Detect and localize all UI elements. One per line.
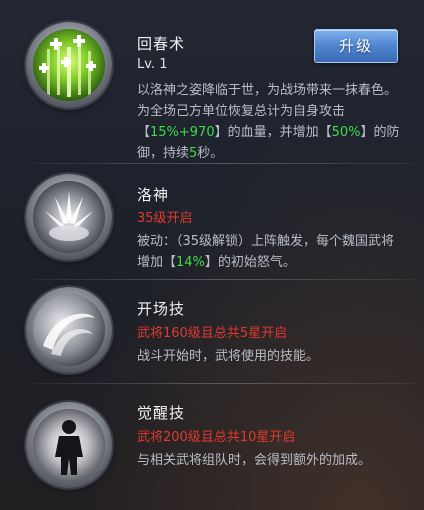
skill-panel: 回春术 Lv. 1 升级 以洛神之姿降临于世，为战场带来一抹春色。为全场己方单位… — [0, 0, 424, 510]
skill-description: 以洛神之姿降临于世，为战场带来一抹春色。为全场己方单位恢复总计为自身攻击【15%… — [137, 83, 400, 161]
skill-icon-frame — [26, 287, 112, 373]
skill-icon-frame — [26, 174, 112, 260]
skill-icon-frame — [26, 402, 112, 488]
opening-swirl-icon — [33, 294, 105, 366]
skill-name: 回春术 — [137, 35, 186, 53]
unlock-condition: 35级开启 — [137, 211, 193, 226]
skill-row-awaken[interactable]: 觉醒技 武将200级且总共10星开启 与相关武将组队时，会得到额外的加成。 — [0, 384, 424, 510]
skill-row-opening[interactable]: 开场技 武将160级且总共5星开启 战斗开始时，武将使用的技能。 — [0, 280, 424, 380]
skill-description: 与相关武将组队时，会得到额外的加成。 — [137, 453, 372, 468]
rage-value: 14% — [176, 255, 205, 270]
skill-name: 开场技 — [137, 300, 186, 318]
skill-name: 洛神 — [137, 186, 170, 204]
upgrade-button[interactable]: 升级 — [314, 29, 398, 63]
skill-row-huichunshu[interactable]: 回春术 Lv. 1 升级 以洛神之姿降临于世，为战场带来一抹春色。为全场己方单位… — [0, 0, 424, 161]
skill-name: 觉醒技 — [137, 404, 186, 422]
luoshen-lotus-icon — [33, 181, 105, 253]
skill-icon-frame — [26, 22, 112, 108]
unlock-condition: 武将160级且总共5星开启 — [137, 326, 288, 341]
skill-row-luoshen[interactable]: 洛神 35级开启 被动：（35级解锁）上阵触发，每个魏国武将增加【14%】的初始… — [0, 164, 424, 279]
skill-description: 战斗开始时，武将使用的技能。 — [137, 349, 320, 364]
spring-heal-icon — [33, 29, 105, 101]
skill-description: 被动：（35级解锁）上阵触发，每个魏国武将增加【14%】的初始怒气。 — [137, 234, 395, 270]
skill-level: Lv. 1 — [137, 57, 168, 72]
defense-value: 50% — [331, 125, 361, 140]
unlock-condition: 武将200级且总共10星开启 — [137, 430, 296, 445]
awaken-figure-icon — [33, 409, 105, 481]
heal-value: 15%+970 — [150, 125, 215, 140]
